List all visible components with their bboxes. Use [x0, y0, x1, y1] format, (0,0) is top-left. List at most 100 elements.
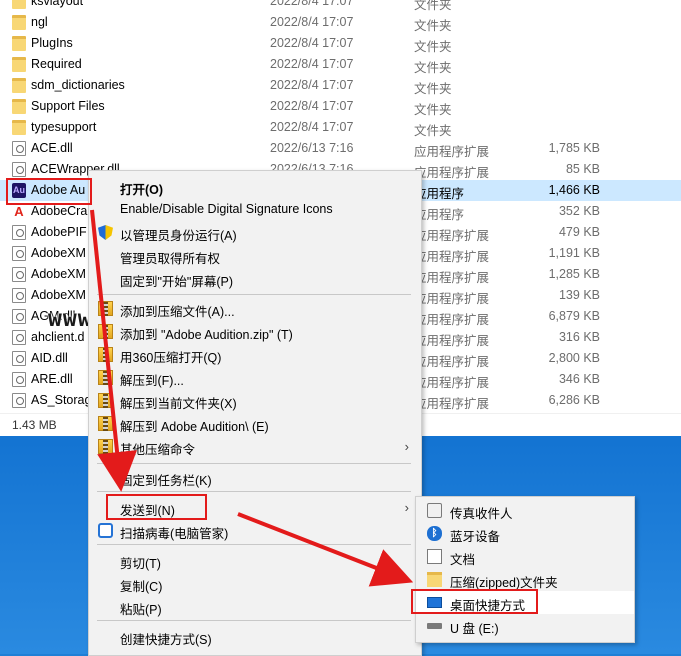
folder-icon — [12, 0, 26, 9]
context-menu: 打开(O) Enable/Disable Digital Signature Ic… — [88, 170, 422, 656]
archive-icon — [98, 393, 113, 408]
context-menu-item[interactable]: 固定到"开始"屏幕(P) — [89, 267, 421, 290]
context-menu-label: 粘贴(P) — [120, 603, 162, 617]
archive-icon — [98, 347, 113, 362]
context-menu-item[interactable]: 解压到 Adobe Audition\ (E) — [89, 412, 421, 435]
context-menu-item[interactable]: 解压到(F)... — [89, 366, 421, 389]
context-menu-item[interactable]: Enable/Disable Digital Signature Icons — [89, 198, 421, 221]
file-type: 应用程序扩展 — [414, 271, 490, 285]
context-menu-item[interactable]: 发送到(N) › — [89, 496, 421, 519]
file-type: 应用程序扩展 — [414, 292, 490, 306]
file-name: AID.dll — [31, 351, 68, 365]
file-name: AdobePIF — [31, 225, 87, 239]
file-type: 文件夹 — [414, 124, 452, 138]
file-row[interactable]: PlugIns 2022/8/4 17:07 文件夹 — [0, 33, 681, 54]
context-menu-label: 其他压缩命令 — [120, 443, 196, 457]
context-menu-item[interactable]: 管理员取得所有权 — [89, 244, 421, 267]
security-shield-icon — [98, 523, 113, 538]
file-size: 85 KB — [565, 162, 600, 176]
file-size: 139 KB — [558, 288, 600, 302]
dll-file-icon — [12, 267, 26, 282]
context-menu-item[interactable]: 创建快捷方式(S) — [89, 625, 421, 648]
file-row[interactable]: Required 2022/8/4 17:07 文件夹 — [0, 54, 681, 75]
chevron-right-icon: › — [404, 500, 409, 515]
menu-separator — [97, 620, 411, 621]
file-row[interactable]: typesupport 2022/8/4 17:07 文件夹 — [0, 117, 681, 138]
adobe-app-icon: A — [12, 204, 26, 219]
context-menu-item[interactable]: 剪切(T) — [89, 549, 421, 572]
file-type: 应用程序扩展 — [414, 166, 490, 180]
file-type: 应用程序扩展 — [414, 313, 490, 327]
context-menu-label: 复制(C) — [120, 580, 163, 594]
file-name: typesupport — [31, 120, 97, 134]
context-menu-label: 发送到(N) — [120, 504, 175, 518]
menu-separator — [97, 491, 411, 492]
send-to-item[interactable]: 桌面快捷方式 — [416, 591, 634, 614]
file-date: 2022/8/4 17:07 — [270, 36, 354, 50]
send-to-label: 传真收件人 — [450, 507, 513, 521]
context-menu-label: 打开(O) — [120, 183, 164, 197]
file-type: 文件夹 — [414, 82, 452, 96]
send-to-label: U 盘 (E:) — [450, 622, 499, 636]
file-name: AdobeCra — [31, 204, 88, 218]
context-menu-item[interactable]: 扫描病毒(电脑管家) — [89, 519, 421, 542]
file-type: 文件夹 — [414, 19, 452, 33]
file-name: Required — [31, 57, 82, 71]
context-menu-item[interactable]: 固定到任务栏(K) — [89, 466, 421, 489]
context-menu-item[interactable]: 粘贴(P) — [89, 595, 421, 618]
uac-shield-icon — [98, 225, 113, 240]
file-row[interactable]: sdm_dictionaries 2022/8/4 17:07 文件夹 — [0, 75, 681, 96]
dll-file-icon — [12, 162, 26, 177]
send-to-item[interactable]: U 盘 (E:) — [416, 614, 634, 637]
dll-file-icon — [12, 351, 26, 366]
context-menu-item[interactable]: 以管理员身份运行(A) — [89, 221, 421, 244]
file-row[interactable]: ACE.dll 2022/6/13 7:16 应用程序扩展 1,785 KB — [0, 138, 681, 159]
context-menu-item[interactable]: 其他压缩命令 › — [89, 435, 421, 458]
file-name: ahclient.d — [31, 330, 85, 344]
dll-file-icon — [12, 288, 26, 303]
file-size: 1,191 KB — [548, 246, 600, 260]
context-menu-label: Enable/Disable Digital Signature Icons — [120, 202, 333, 216]
context-menu-item[interactable]: 复制(C) — [89, 572, 421, 595]
context-menu-item[interactable]: 用360压缩打开(Q) — [89, 343, 421, 366]
menu-separator — [97, 544, 411, 545]
selected-size-text: 1.43 MB — [12, 418, 57, 432]
file-date: 2022/8/4 17:07 — [270, 0, 354, 8]
zip-folder-icon — [427, 572, 442, 587]
usb-drive-icon — [427, 623, 442, 629]
file-row[interactable]: ngl 2022/8/4 17:07 文件夹 — [0, 12, 681, 33]
file-row[interactable]: ksvlayout 2022/8/4 17:07 文件夹 — [0, 0, 681, 12]
file-name: AdobeXM — [31, 246, 86, 260]
file-name: ACE.dll — [31, 141, 73, 155]
folder-icon — [12, 99, 26, 114]
context-menu-item[interactable]: 解压到当前文件夹(X) — [89, 389, 421, 412]
context-menu-item[interactable]: 添加到 "Adobe Audition.zip" (T) — [89, 320, 421, 343]
send-to-item[interactable]: 传真收件人 — [416, 499, 634, 522]
archive-icon — [98, 416, 113, 431]
file-date: 2022/8/4 17:07 — [270, 120, 354, 134]
file-name: ARE.dll — [31, 372, 73, 386]
file-type: 应用程序扩展 — [414, 376, 490, 390]
file-size: 6,286 KB — [548, 393, 600, 407]
context-menu-label: 解压到(F)... — [120, 374, 184, 388]
context-menu-label: 扫描病毒(电脑管家) — [120, 527, 229, 541]
file-size: 1,466 KB — [548, 183, 600, 197]
dll-file-icon — [12, 372, 26, 387]
context-menu-item[interactable]: 打开(O) — [89, 175, 421, 198]
context-menu-item[interactable]: 添加到压缩文件(A)... — [89, 297, 421, 320]
context-menu-label: 固定到任务栏(K) — [120, 474, 212, 488]
context-menu-label: 解压到当前文件夹(X) — [120, 397, 237, 411]
file-date: 2022/8/4 17:07 — [270, 78, 354, 92]
file-name: PlugIns — [31, 36, 73, 50]
document-icon — [427, 549, 442, 564]
file-type: 应用程序扩展 — [414, 145, 490, 159]
send-to-item[interactable]: 压缩(zipped)文件夹 — [416, 568, 634, 591]
send-to-label: 压缩(zipped)文件夹 — [450, 576, 558, 590]
send-to-label: 桌面快捷方式 — [450, 599, 526, 613]
file-type: 文件夹 — [414, 61, 452, 75]
file-type: 应用程序扩展 — [414, 250, 490, 264]
file-row[interactable]: Support Files 2022/8/4 17:07 文件夹 — [0, 96, 681, 117]
send-to-item[interactable]: 文档 — [416, 545, 634, 568]
send-to-item[interactable]: ᛒ 蓝牙设备 — [416, 522, 634, 545]
file-type: 应用程序扩展 — [414, 355, 490, 369]
